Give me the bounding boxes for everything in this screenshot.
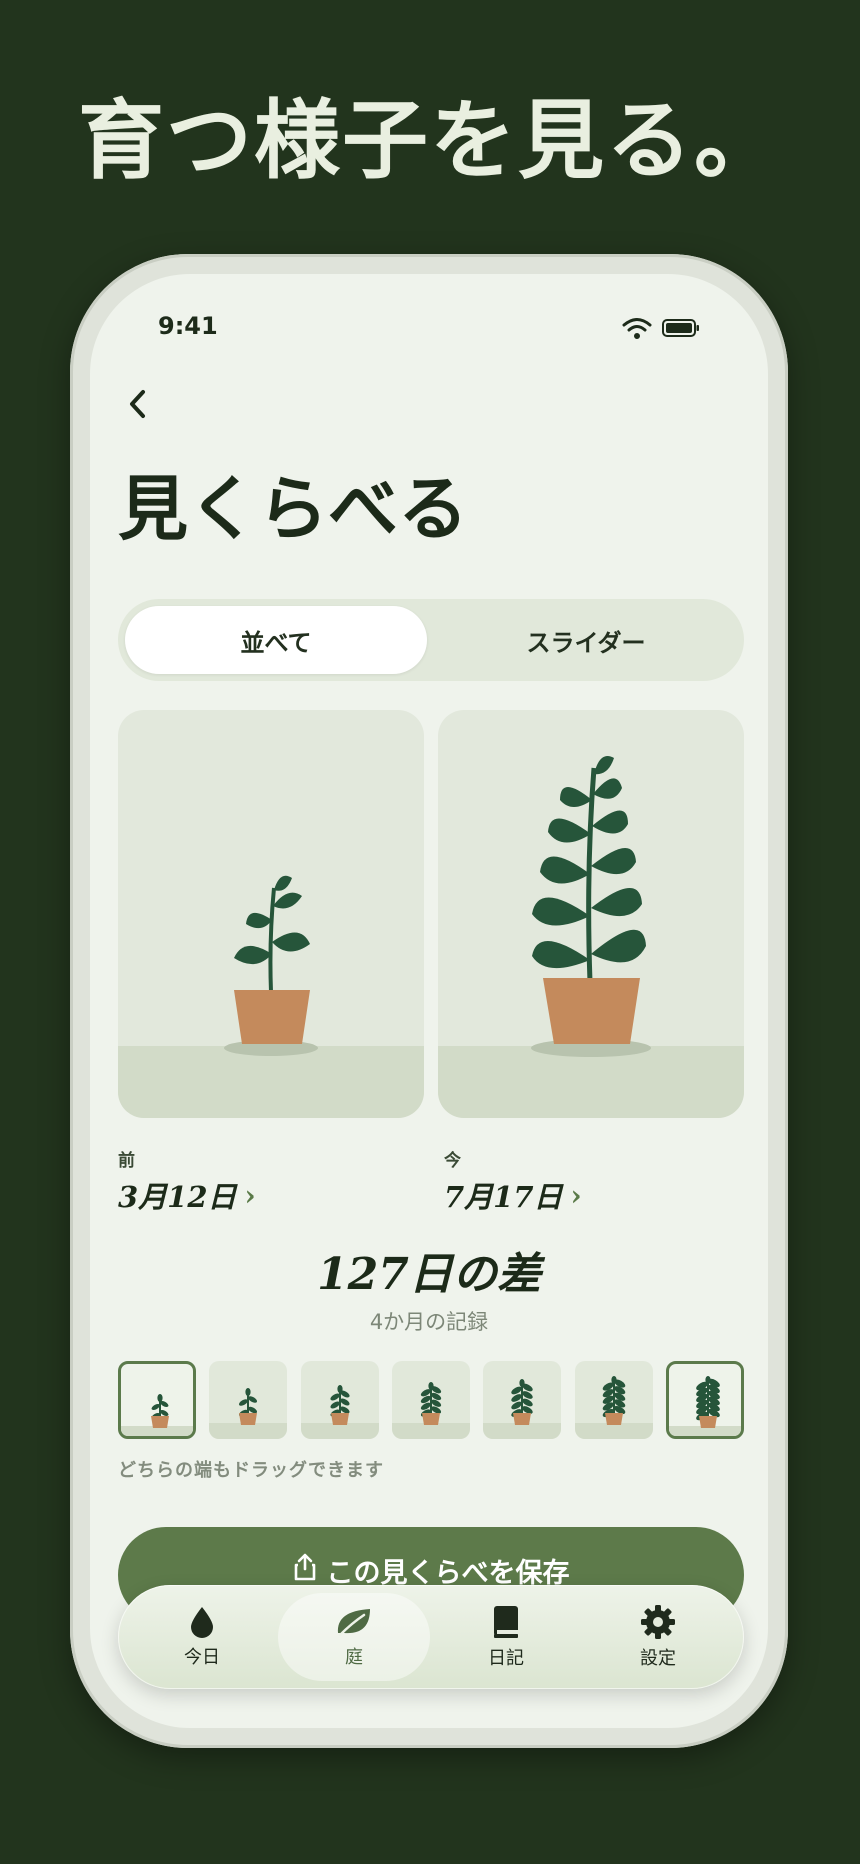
tab-label: 今日 bbox=[184, 1647, 220, 1668]
tab-diary[interactable]: 日記 bbox=[430, 1593, 582, 1681]
large-plant-illustration bbox=[531, 756, 651, 1057]
thumb-plant-illustration bbox=[483, 1379, 562, 1439]
share-icon bbox=[294, 1553, 315, 1581]
tab-garden[interactable]: 庭 bbox=[278, 1593, 430, 1681]
before-photo[interactable] bbox=[118, 710, 424, 1118]
tab-settings[interactable]: 設定 bbox=[582, 1593, 734, 1681]
chevron-right-icon: › bbox=[244, 1178, 256, 1212]
water-drop-icon bbox=[191, 1607, 213, 1638]
after-label: 今 bbox=[444, 1151, 461, 1171]
phone-screen: 9:41 見くらべる 並べて スライダー 前 3月12日 › 今 7月17日 ›… bbox=[90, 274, 768, 1728]
segment-slider[interactable]: スライダー bbox=[435, 606, 737, 674]
small-plant-illustration bbox=[224, 875, 318, 1056]
before-label: 前 bbox=[118, 1151, 135, 1171]
before-date-button[interactable]: 3月12日 › bbox=[118, 1174, 256, 1216]
view-mode-segmented-control: 並べて スライダー bbox=[118, 599, 744, 681]
drag-hint: どちらの端もドラッグできます bbox=[118, 1460, 384, 1481]
duration-subtitle: 4か月の記録 bbox=[369, 1310, 489, 1334]
leaf-icon bbox=[337, 1609, 370, 1637]
timeline-thumb[interactable] bbox=[300, 1361, 379, 1439]
chevron-right-icon: › bbox=[570, 1178, 582, 1212]
thumb-plant-illustration bbox=[391, 1382, 470, 1439]
tab-label: 日記 bbox=[488, 1648, 524, 1669]
timeline-thumb[interactable] bbox=[118, 1361, 196, 1439]
phone-frame: 9:41 見くらべる 並べて スライダー 前 3月12日 › 今 7月17日 ›… bbox=[70, 254, 788, 1748]
timeline-thumb[interactable] bbox=[483, 1361, 562, 1439]
before-date: 3月12日 bbox=[118, 1180, 237, 1214]
timeline-thumb[interactable] bbox=[391, 1361, 470, 1439]
battery-icon bbox=[662, 319, 699, 337]
thumb-plant-illustration bbox=[574, 1376, 653, 1439]
segment-side-by-side[interactable]: 並べて bbox=[125, 606, 427, 674]
headline: 育つ様子を見る。 bbox=[78, 90, 782, 191]
back-chevron-icon[interactable] bbox=[116, 382, 160, 426]
thumb-plant-illustration bbox=[300, 1385, 379, 1439]
book-icon bbox=[494, 1606, 518, 1638]
tab-bar: 今日 庭 日記 設定 bbox=[118, 1585, 744, 1689]
status-time: 9:41 bbox=[158, 312, 218, 340]
timeline-thumb[interactable] bbox=[574, 1361, 653, 1439]
thumb-plant-illustration bbox=[121, 1394, 193, 1436]
tab-label: 設定 bbox=[640, 1648, 676, 1669]
day-difference: 127日の差 bbox=[317, 1249, 541, 1300]
after-date-button[interactable]: 7月17日 › bbox=[444, 1174, 582, 1216]
timeline-strip[interactable] bbox=[118, 1361, 744, 1441]
timeline-thumb[interactable] bbox=[665, 1361, 744, 1439]
page-title: 見くらべる bbox=[118, 467, 468, 550]
timeline-thumb[interactable] bbox=[209, 1361, 288, 1439]
after-photo[interactable] bbox=[438, 710, 744, 1118]
after-date: 7月17日 bbox=[444, 1180, 563, 1214]
thumb-plant-illustration bbox=[209, 1388, 288, 1439]
thumb-plant-illustration bbox=[668, 1376, 741, 1436]
wifi-icon bbox=[622, 318, 652, 339]
gear-icon bbox=[641, 1605, 675, 1639]
tab-today[interactable]: 今日 bbox=[126, 1593, 278, 1681]
tab-label: 庭 bbox=[345, 1647, 363, 1668]
